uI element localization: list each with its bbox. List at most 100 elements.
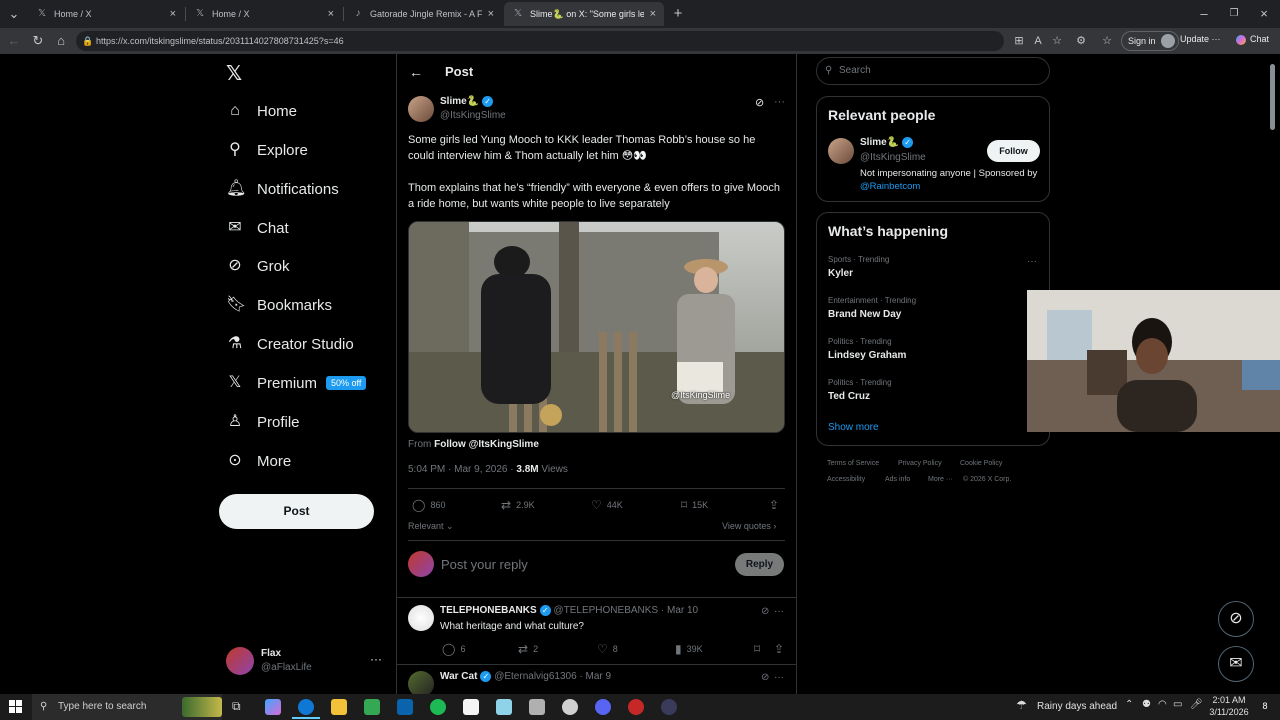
clock-date[interactable]: 3/11/2026 (1203, 707, 1255, 717)
spotify-icon[interactable] (430, 699, 446, 715)
footer-link-accessibility[interactable]: Accessibility (827, 476, 865, 483)
app-available-icon[interactable]: ⊞ (1012, 34, 1026, 48)
more-options-icon[interactable]: ··· (774, 672, 784, 683)
copilot-chat-button[interactable]: Chat (1236, 34, 1269, 45)
app-icon[interactable] (628, 699, 644, 715)
network-icon[interactable]: ▭ (1173, 699, 1182, 710)
bookmark-action[interactable]: ⌑ (754, 642, 765, 656)
tab-home-1[interactable]: 𝕏 Home / X × (28, 2, 184, 26)
trend-item[interactable]: Politics · Trending Lindsey Graham (817, 333, 1049, 369)
discord-icon[interactable] (595, 699, 611, 715)
nav-profile[interactable]: ♙ Profile (226, 410, 300, 434)
grok-explain-icon[interactable]: ⊘ (761, 672, 769, 683)
footer-link-terms[interactable]: Terms of Service (827, 460, 879, 467)
footer-link-more[interactable]: More ··· (928, 476, 953, 483)
notification-center-badge[interactable]: 8 (1258, 699, 1272, 713)
grok-floating-button[interactable]: ⊘ (1218, 601, 1254, 637)
nav-premium[interactable]: 𝕏 Premium 50% off (226, 371, 367, 395)
close-tab-icon[interactable]: × (328, 8, 334, 20)
account-switcher[interactable]: Flax @aFlaxLife ··· (226, 646, 386, 678)
more-options-icon[interactable]: ··· (1027, 256, 1037, 267)
person-name[interactable]: Slime🐍 ✓ (860, 137, 914, 148)
footer-link-cookie[interactable]: Cookie Policy (960, 460, 1002, 467)
views-action[interactable]: ▮ 39K (675, 642, 703, 656)
new-tab-button[interactable]: + (670, 6, 686, 22)
windows-start-icon[interactable] (9, 700, 22, 713)
reply-input[interactable]: Post your reply (441, 557, 528, 572)
more-options-icon[interactable]: ··· (774, 606, 784, 617)
nav-explore[interactable]: ⚲ Explore (226, 138, 308, 162)
tab-home-2[interactable]: 𝕏 Home / X × (186, 2, 342, 26)
sign-in-button[interactable]: Sign in (1121, 31, 1179, 51)
outlook-icon[interactable] (397, 699, 413, 715)
author-handle[interactable]: @ItsKingSlime (440, 110, 506, 121)
refresh-icon[interactable]: ↻ (30, 33, 46, 49)
follow-button[interactable]: Follow (987, 140, 1040, 162)
nav-grok[interactable]: ⊘ Grok (226, 254, 289, 278)
favorite-star-icon[interactable]: ☆ (1050, 34, 1064, 48)
nav-more[interactable]: ⊙ More (226, 449, 291, 473)
repost-action[interactable]: ⇄ 2.9K (501, 498, 535, 512)
messages-floating-button[interactable]: ✉ (1218, 646, 1254, 682)
site-info-icon[interactable]: 🔒 (82, 31, 93, 51)
close-window-button[interactable]: × (1256, 6, 1272, 22)
update-button[interactable]: Update ··· (1180, 34, 1221, 44)
chevron-up-icon[interactable]: ⌃ (1125, 699, 1133, 710)
relevant-sort-dropdown[interactable]: Relevant ⌄ (408, 521, 454, 532)
grok-explain-icon[interactable]: ⊘ (755, 96, 764, 109)
weather-text[interactable]: Rainy days ahead (1037, 701, 1117, 712)
back-arrow-icon[interactable]: ← (6, 33, 22, 49)
minimize-button[interactable]: – (1196, 6, 1212, 22)
back-arrow-icon[interactable]: ← (409, 64, 423, 80)
task-view-icon[interactable]: ⧉ (232, 699, 241, 714)
restore-button[interactable]: ❐ (1226, 6, 1242, 22)
edge-app-icon[interactable] (298, 699, 314, 715)
microphone-icon[interactable]: 🎤︎ (1190, 699, 1203, 710)
share-action[interactable]: ⇪ (774, 642, 789, 656)
search-input[interactable]: ⚲ Search (816, 57, 1050, 85)
reply-avatar[interactable] (408, 605, 434, 631)
file-explorer-icon[interactable] (331, 699, 347, 715)
nav-chat[interactable]: ✉ Chat (226, 216, 288, 240)
like-action[interactable]: ♡ 44K (591, 498, 623, 512)
app-icon[interactable] (496, 699, 512, 715)
close-tab-icon[interactable]: × (488, 8, 494, 20)
share-action[interactable]: ⇪ (769, 498, 784, 512)
trend-item[interactable]: Sports · Trending Kyler ··· (817, 251, 1049, 287)
app-icon[interactable] (562, 699, 578, 715)
more-dots-icon[interactable]: ··· (370, 652, 382, 666)
author-avatar[interactable] (408, 96, 434, 122)
close-tab-icon[interactable]: × (650, 8, 656, 20)
person-avatar[interactable] (828, 138, 854, 164)
address-bar[interactable]: 🔒 https://x.com/itskingslime/status/2031… (76, 31, 1004, 51)
notepad-icon[interactable] (463, 699, 479, 715)
nav-notifications[interactable]: 🔔︎ Notifications (226, 177, 339, 201)
trend-item[interactable]: Politics · Trending Ted Cruz (817, 374, 1049, 410)
wifi-icon[interactable]: ◠ (1158, 699, 1167, 710)
clock-time[interactable]: 2:01 AM (1209, 695, 1249, 705)
home-button-icon[interactable]: ⌂ (53, 33, 69, 49)
reply-action[interactable]: ◯ 860 (412, 498, 445, 512)
read-aloud-icon[interactable]: A (1031, 34, 1045, 48)
view-quotes-link[interactable]: View quotes › (722, 521, 776, 531)
app-icon[interactable] (529, 699, 545, 715)
post-video[interactable]: @ItsKingSlime (408, 221, 785, 433)
bookmark-action[interactable]: ⌑ 15K (681, 498, 708, 512)
app-icon[interactable] (661, 699, 677, 715)
footer-link-privacy[interactable]: Privacy Policy (898, 460, 942, 467)
tab-actions-chevron-icon[interactable]: ⌄ (6, 6, 22, 22)
post-button[interactable]: Post (219, 494, 374, 529)
like-action[interactable]: ♡ 8 (597, 642, 618, 656)
reply-action[interactable]: ◯ 6 (442, 642, 465, 656)
weather-icon[interactable]: ☂ (1016, 698, 1027, 712)
show-more-link[interactable]: Show more (828, 422, 879, 433)
author-name[interactable]: Slime🐍 ✓ (440, 96, 494, 107)
tab-gatorade[interactable]: ♪ Gatorade Jingle Remix - A Fun Tw... × (344, 2, 502, 26)
favorites-icon[interactable]: ☆ (1100, 34, 1114, 48)
page-scrollbar-thumb[interactable] (1270, 64, 1275, 130)
person-handle[interactable]: @ItsKingSlime (860, 152, 926, 163)
app-icon[interactable] (364, 699, 380, 715)
more-options-icon[interactable]: ··· (774, 96, 785, 108)
x-logo-icon[interactable]: 𝕏 (226, 61, 242, 86)
nav-home[interactable]: ⌂ Home (226, 99, 297, 123)
